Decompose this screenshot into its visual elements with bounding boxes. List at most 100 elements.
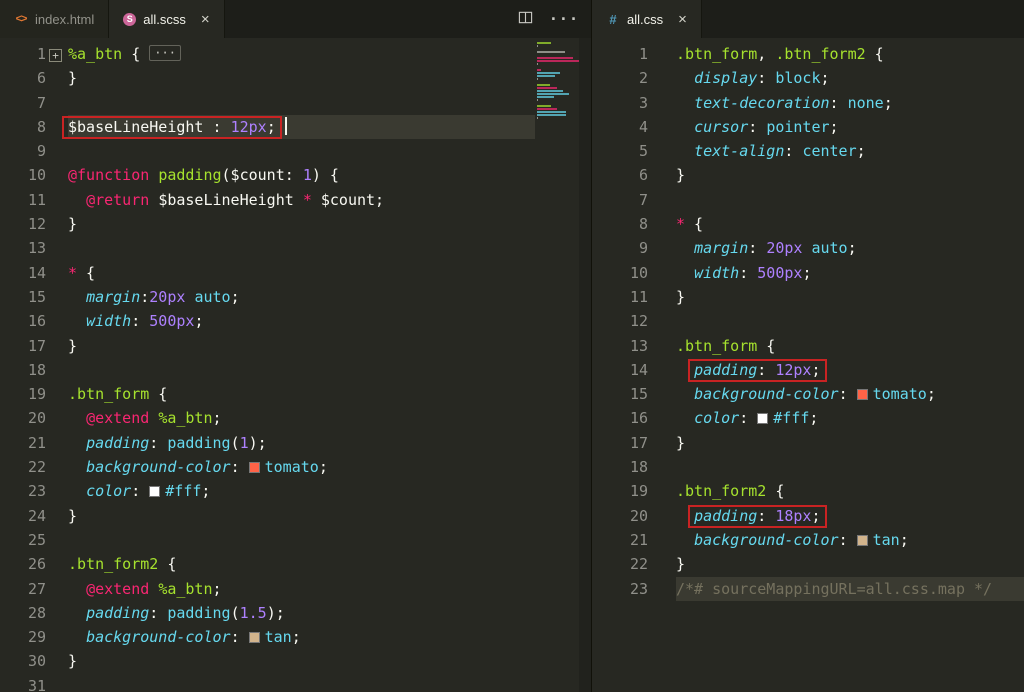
- code-line[interactable]: 17}: [0, 334, 535, 358]
- fold-column: [46, 139, 68, 163]
- code-line[interactable]: 16 color: #fff;: [592, 406, 1024, 430]
- code-line[interactable]: 1 + %a_btn { ···: [0, 42, 535, 66]
- code-line[interactable]: 13: [0, 236, 535, 260]
- code-line[interactable]: 1 .btn_form, .btn_form2 {: [592, 42, 1024, 66]
- code-line[interactable]: 21 background-color: tan;: [592, 528, 1024, 552]
- code-line[interactable]: 7: [592, 188, 1024, 212]
- code-line[interactable]: 10 width: 500px;: [592, 261, 1024, 285]
- code-line[interactable]: 6}: [0, 66, 535, 90]
- code-line[interactable]: 19 .btn_form2 {: [592, 479, 1024, 503]
- code-line[interactable]: 18: [0, 358, 535, 382]
- fold-column: [648, 479, 676, 503]
- code-token: center: [802, 142, 857, 161]
- code-line[interactable]: 11 @return $baseLineHeight * $count;: [0, 188, 535, 212]
- fold-column: [648, 334, 676, 358]
- css-file-icon: #: [609, 11, 617, 27]
- line-number: 21: [27, 433, 46, 452]
- code-line[interactable]: 25: [0, 528, 535, 552]
- folded-code-ellipsis[interactable]: ···: [149, 45, 181, 61]
- code-line[interactable]: 7: [0, 91, 535, 115]
- code-line[interactable]: 20 @extend %a_btn;: [0, 406, 535, 430]
- code-token: %a_btn: [158, 409, 213, 428]
- code-line[interactable]: 30}: [0, 649, 535, 673]
- code-line[interactable]: 16 width: 500px;: [0, 309, 535, 333]
- line-number: 18: [629, 458, 648, 477]
- code-line[interactable]: 15 margin:20px auto;: [0, 285, 535, 309]
- code-token: :: [203, 117, 231, 136]
- code-line[interactable]: 18: [592, 455, 1024, 479]
- fold-expand-icon[interactable]: +: [49, 49, 62, 62]
- tab-all-css[interactable]: # all.css ×: [592, 0, 702, 38]
- color-swatch[interactable]: [757, 413, 769, 425]
- code-token: background-color: [694, 385, 839, 404]
- color-swatch[interactable]: [856, 534, 868, 546]
- code-line[interactable]: 10 @function padding($count: 1) {: [0, 163, 535, 187]
- tab-index-html[interactable]: <> index.html: [0, 0, 110, 38]
- code-token: :: [829, 93, 848, 112]
- code-line[interactable]: 8 $baseLineHeight : 12px;: [0, 114, 535, 140]
- code-line[interactable]: 17}: [592, 431, 1024, 455]
- code-line[interactable]: 20 padding: 18px;: [592, 504, 1024, 528]
- split-editor-icon[interactable]: [518, 10, 533, 29]
- code-token: padding: [694, 506, 758, 525]
- editor-left: 1 + %a_btn { ··· 6} 7 8 $baseLineHeight : 12px…: [0, 38, 591, 692]
- tab-all-scss[interactable]: S all.scss ×: [109, 0, 225, 38]
- code-line[interactable]: 5 text-align: center;: [592, 139, 1024, 163]
- line-number: 19: [629, 482, 648, 501]
- fold-column: [648, 528, 676, 552]
- color-swatch[interactable]: [248, 632, 260, 644]
- tab-label: all.css: [627, 11, 664, 27]
- minimap-line: [537, 111, 566, 113]
- code-token: }: [68, 336, 78, 355]
- color-swatch[interactable]: [248, 462, 260, 474]
- line-number: 10: [27, 166, 46, 185]
- code-line[interactable]: 23 color: #fff;: [0, 479, 535, 503]
- code-line[interactable]: 13 .btn_form {: [592, 334, 1024, 358]
- code-line[interactable]: 3 text-decoration: none;: [592, 91, 1024, 115]
- minimap[interactable]: [535, 42, 579, 123]
- code-line[interactable]: 23 /*# sourceMappingURL=all.css.map */: [592, 576, 1024, 601]
- code-line[interactable]: 26 .btn_form2 {: [0, 552, 535, 576]
- line-number: 8: [36, 117, 46, 136]
- scrollbar[interactable]: [579, 38, 591, 692]
- code-line[interactable]: 24}: [0, 504, 535, 528]
- code-line[interactable]: 2 display: block;: [592, 66, 1024, 90]
- close-tab-icon[interactable]: ×: [201, 12, 210, 27]
- code-line[interactable]: 11}: [592, 285, 1024, 309]
- code-token: :: [739, 263, 758, 282]
- color-swatch[interactable]: [856, 389, 868, 401]
- code-line[interactable]: 29 background-color: tan;: [0, 625, 535, 649]
- close-tab-icon[interactable]: ×: [678, 12, 687, 27]
- code-line[interactable]: 22 background-color: tomato;: [0, 455, 535, 479]
- code-line[interactable]: 21 padding: padding(1);: [0, 431, 535, 455]
- code-token: ) {: [311, 166, 339, 185]
- minimap-line: [537, 72, 560, 74]
- code-line[interactable]: 9 margin: 20px auto;: [592, 236, 1024, 260]
- code-line[interactable]: 9: [0, 139, 535, 163]
- code-line[interactable]: 28 padding: padding(1.5);: [0, 601, 535, 625]
- code-token: {: [77, 263, 96, 282]
- code-line[interactable]: 15 background-color: tomato;: [592, 382, 1024, 406]
- fold-column: +: [46, 42, 68, 66]
- code-line[interactable]: 27 @extend %a_btn;: [0, 577, 535, 601]
- code-line[interactable]: 6}: [592, 163, 1024, 187]
- code-line[interactable]: 14 * {: [0, 261, 535, 285]
- code-line[interactable]: 8 * {: [592, 212, 1024, 236]
- code-line[interactable]: 12}: [0, 212, 535, 236]
- minimap-line: [537, 105, 551, 107]
- code-line[interactable]: 14 padding: 12px;: [592, 358, 1024, 382]
- color-swatch[interactable]: [149, 486, 161, 498]
- code-token: tan: [248, 628, 292, 646]
- code-line[interactable]: 31: [0, 674, 535, 692]
- more-actions-icon[interactable]: ···: [549, 10, 579, 28]
- code-line[interactable]: 12: [592, 309, 1024, 333]
- code-token: ;: [811, 506, 821, 525]
- code-line[interactable]: 19 .btn_form {: [0, 382, 535, 406]
- code-line[interactable]: 22}: [592, 552, 1024, 576]
- code-line[interactable]: 4 cursor: pointer;: [592, 115, 1024, 139]
